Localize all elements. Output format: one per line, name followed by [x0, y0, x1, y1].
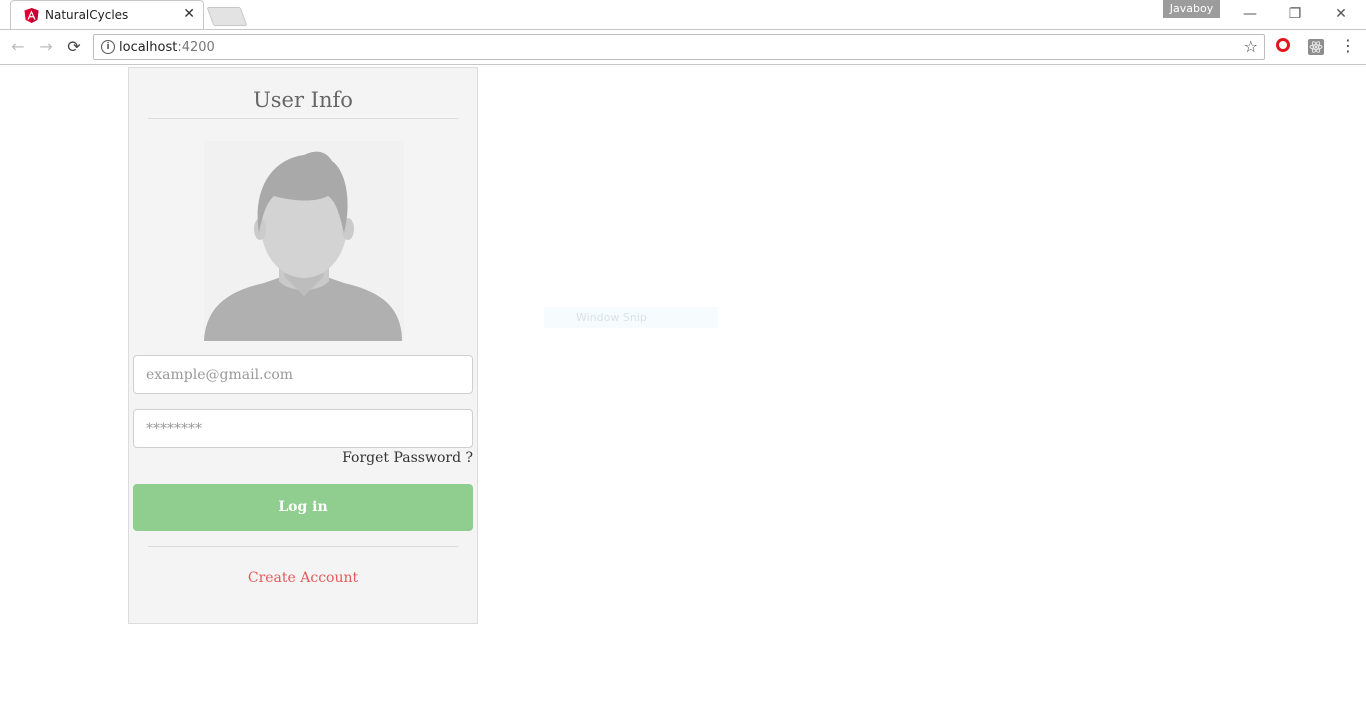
- avatar-icon: [204, 141, 404, 341]
- browser-toolbar: ← → ⟳ i localhost:4200 ☆: [0, 29, 1366, 65]
- restore-icon[interactable]: ❐: [1280, 4, 1310, 24]
- window-snip-overlay: Window Snip: [544, 307, 718, 328]
- tab-title: NaturalCycles: [45, 8, 129, 22]
- url-text[interactable]: localhost:4200: [119, 40, 215, 55]
- minimize-icon[interactable]: —: [1235, 4, 1265, 24]
- angular-favicon-icon: [24, 8, 39, 23]
- password-input[interactable]: ********: [133, 409, 473, 448]
- address-bar[interactable]: i localhost:4200 ☆: [93, 34, 1265, 60]
- url-host: localhost: [119, 40, 178, 55]
- browser-tab[interactable]: NaturalCycles ✕: [10, 0, 204, 29]
- user-info-card: User Info example@gmail.com ******** For…: [128, 67, 478, 624]
- forgot-password-link[interactable]: Forget Password ?: [342, 450, 473, 466]
- title-divider: [148, 118, 458, 119]
- opera-icon[interactable]: [1276, 38, 1290, 52]
- react-devtools-icon[interactable]: [1308, 39, 1324, 55]
- bottom-divider: [148, 546, 458, 547]
- menu-icon[interactable]: ⋮: [1340, 36, 1356, 56]
- forward-icon[interactable]: →: [36, 37, 56, 57]
- create-account-link[interactable]: Create Account: [129, 570, 477, 586]
- login-button[interactable]: Log in: [133, 484, 473, 531]
- reload-icon[interactable]: ⟳: [64, 37, 84, 57]
- url-port: :4200: [177, 40, 215, 55]
- new-tab-button[interactable]: [206, 7, 248, 26]
- star-icon[interactable]: ☆: [1244, 37, 1258, 56]
- email-input[interactable]: example@gmail.com: [133, 355, 473, 394]
- back-icon[interactable]: ←: [8, 37, 28, 57]
- atom-icon: [1309, 41, 1323, 53]
- title-bar: NaturalCycles ✕ Javaboy — ❐ ✕: [0, 0, 1366, 29]
- tab-close-icon[interactable]: ✕: [183, 6, 195, 22]
- page-title: User Info: [253, 88, 353, 112]
- profile-badge[interactable]: Javaboy: [1163, 0, 1220, 18]
- info-icon[interactable]: i: [101, 40, 115, 54]
- window-close-icon[interactable]: ✕: [1326, 4, 1356, 24]
